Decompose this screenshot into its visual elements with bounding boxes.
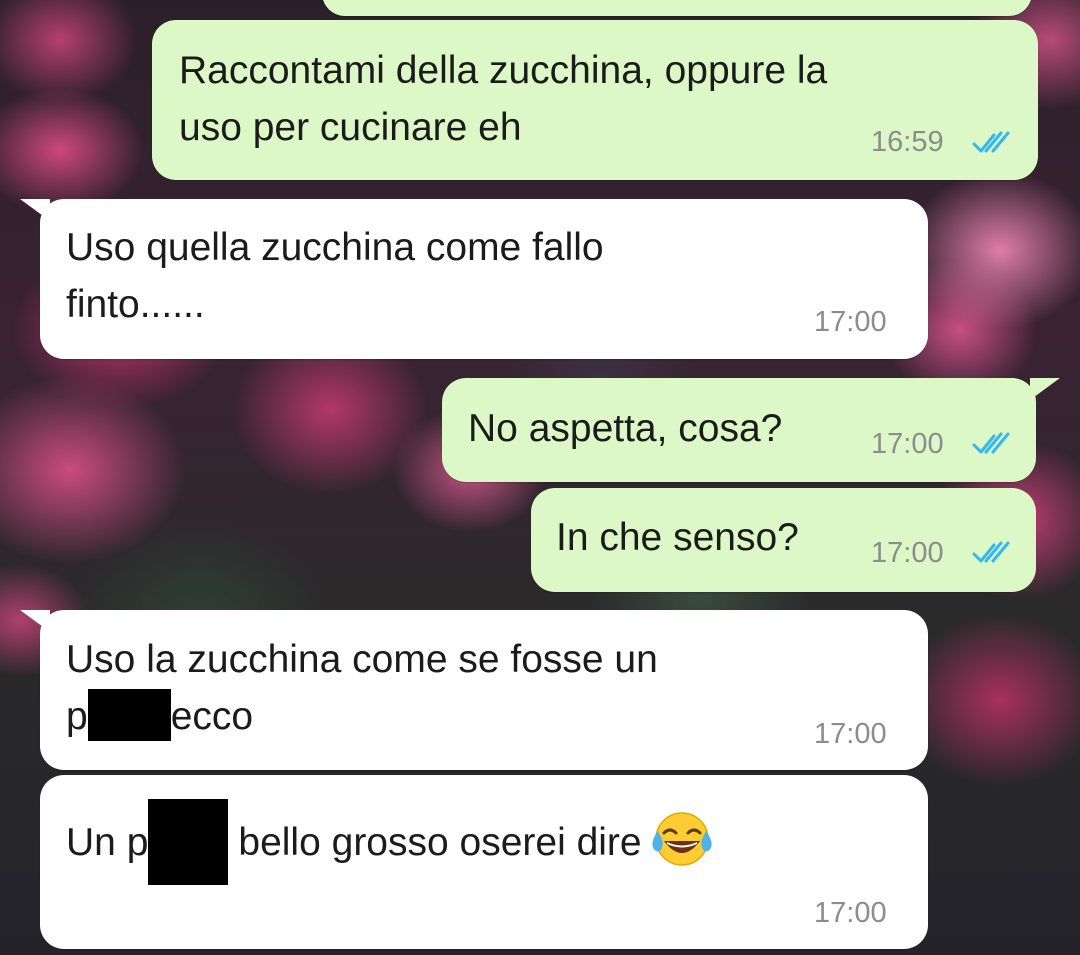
- previous-message-bubble[interactable]: [322, 0, 1032, 16]
- message-timestamp: 17:00: [814, 306, 887, 338]
- message-text: Raccontami della zucchina, oppure la uso…: [179, 49, 828, 149]
- message-timestamp: 17:00: [814, 897, 887, 929]
- message-text: Uso la zucchina come se fosse un p ecco: [66, 631, 658, 745]
- message-timestamp: 17:00: [871, 537, 944, 569]
- message-text: In che senso?: [556, 516, 799, 559]
- message-text-segment: bello grosso oserei dire: [238, 821, 642, 864]
- face-with-tears-of-joy-icon: [651, 812, 712, 866]
- message-text: Uso quella zucchina come fallo finto....…: [66, 226, 604, 326]
- double-check-read-icon: [972, 131, 1010, 153]
- message-text-segment: p: [66, 695, 88, 738]
- message-bubble-incoming[interactable]: Uso quella zucchina come fallo finto....…: [40, 199, 928, 359]
- message-bubble-incoming[interactable]: Un p bello grosso oserei dire 17:00: [40, 775, 928, 949]
- message-bubble-outgoing[interactable]: In che senso? 17:00: [531, 488, 1036, 592]
- message-timestamp: 17:00: [814, 718, 887, 750]
- message-bubble-outgoing[interactable]: Raccontami della zucchina, oppure la uso…: [152, 20, 1038, 180]
- double-check-read-icon: [972, 541, 1010, 563]
- message-text: Un p bello grosso oserei dire: [66, 799, 716, 885]
- message-text-segment: ecco: [170, 695, 254, 738]
- message-bubble-outgoing[interactable]: No aspetta, cosa? 17:00: [442, 378, 1036, 482]
- message-bubble-incoming[interactable]: Uso la zucchina come se fosse un p ecco 1…: [40, 610, 928, 770]
- message-text-segment: Un p: [66, 821, 149, 864]
- message-timestamp: 17:00: [871, 428, 944, 460]
- redaction-block: [148, 799, 229, 885]
- double-check-read-icon: [972, 432, 1010, 454]
- message-text: No aspetta, cosa?: [468, 407, 783, 450]
- redaction-block: [87, 689, 171, 741]
- message-timestamp: 16:59: [871, 126, 944, 158]
